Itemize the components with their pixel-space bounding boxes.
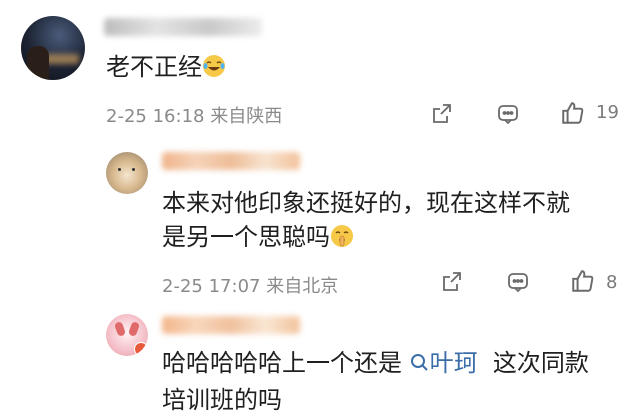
- comment-icon[interactable]: [506, 270, 530, 294]
- comment-location: 来自陕西: [210, 106, 283, 127]
- comment-meta: 2-25 16:18 来自陕西: [106, 102, 282, 128]
- comment-date: 2-25: [162, 276, 203, 297]
- comment-time: 16:18: [152, 106, 205, 127]
- laughing-crying-emoji-icon: [202, 53, 226, 87]
- shushing-emoji-icon: [330, 223, 354, 257]
- comment-icon[interactable]: [496, 102, 520, 126]
- username-redacted[interactable]: [162, 316, 300, 334]
- mention-link[interactable]: 叶珂: [410, 349, 478, 377]
- comment-body-part: 哈哈哈哈哈上一个还是: [162, 349, 402, 377]
- username-redacted[interactable]: [162, 152, 300, 170]
- comment-body-part: 这次同款: [492, 349, 589, 377]
- comment-body-line: 培训班的吗: [162, 386, 282, 414]
- comment-body-line: 是另一个思聪吗: [162, 223, 330, 251]
- comment-body: 老不正经: [106, 53, 202, 81]
- username-redacted[interactable]: [104, 18, 262, 36]
- comment-meta: 2-25 17:07 来自北京: [162, 272, 338, 298]
- avatar[interactable]: [106, 314, 148, 356]
- comment-text: 老不正经: [106, 50, 226, 87]
- share-icon[interactable]: [440, 270, 464, 294]
- search-icon: [410, 349, 430, 383]
- share-icon[interactable]: [430, 102, 454, 126]
- like-count: 19: [596, 102, 619, 123]
- comment-text: 本来对他印象还挺好的，现在这样不就 是另一个思聪吗: [162, 186, 570, 257]
- comment-text: 哈哈哈哈哈上一个还是 叶珂 这次同款 培训班的吗: [162, 346, 589, 417]
- avatar[interactable]: [21, 16, 85, 80]
- comment-time: 17:07: [208, 276, 261, 297]
- comment-body-line: 本来对他印象还挺好的，现在这样不就: [162, 189, 570, 217]
- like-count: 8: [606, 272, 618, 293]
- comment-location: 来自北京: [266, 276, 339, 297]
- comment-date: 2-25: [106, 106, 147, 127]
- mention-text[interactable]: 叶珂: [430, 349, 478, 377]
- thumbs-up-icon[interactable]: [560, 100, 586, 126]
- avatar[interactable]: [106, 152, 148, 194]
- thumbs-up-icon[interactable]: [570, 268, 596, 294]
